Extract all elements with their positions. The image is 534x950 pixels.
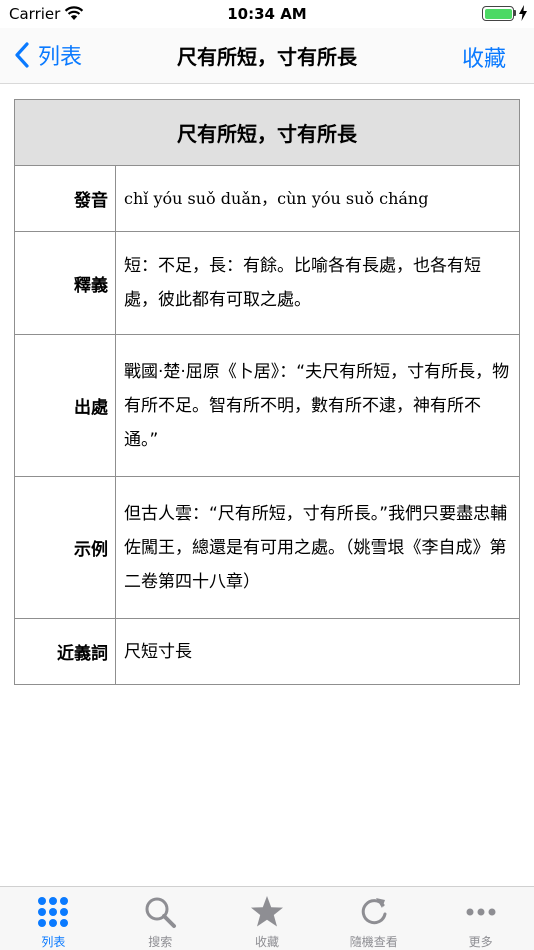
tab-label: 隨機查看 (349, 935, 398, 949)
idiom-entry-table: 尺有所短，寸有所長 發音 chǐ yóu suǒ duǎn，cùn yóu su… (14, 99, 520, 685)
favorite-button[interactable]: 收藏 (462, 41, 506, 73)
tab-label: 搜索 (148, 935, 173, 949)
row-value: 戰國·楚·屈原《卜居》：“夫尺有所短，寸有所長，物有所不足。智有所不明，數有所不… (115, 334, 520, 477)
tab-favorites[interactable]: 收藏 (214, 887, 321, 950)
back-button[interactable]: 列表 (14, 38, 82, 72)
status-bar: Carrier 10:34 AM (0, 0, 534, 28)
more-icon (466, 908, 496, 916)
page-title: 尺有所短，寸有所長 (177, 45, 357, 69)
refresh-icon (361, 898, 387, 925)
battery-nub (514, 10, 516, 16)
tab-list[interactable]: 列表 (0, 887, 107, 950)
row-value: chǐ yóu suǒ duǎn，cùn yóu suǒ cháng (115, 165, 520, 232)
row-value: 尺短寸長 (115, 618, 520, 685)
table-row-meaning: 釋義 短：不足，長：有餘。比喻各有長處，也各有短處，彼此都有可取之處。 (14, 231, 520, 335)
row-label: 示例 (14, 476, 116, 619)
tab-label: 列表 (41, 935, 66, 949)
tab-label: 收藏 (254, 935, 279, 949)
navigation-bar: 列表 尺有所短，寸有所長 收藏 (0, 28, 534, 84)
chevron-left-icon (15, 42, 29, 68)
tab-random[interactable]: 隨機查看 (320, 887, 427, 950)
battery-icon (482, 6, 514, 21)
row-label: 近義詞 (14, 618, 116, 685)
tab-bar: 列表 搜索 收藏 隨機查看 更多 (0, 886, 534, 950)
charging-bolt-icon (519, 5, 527, 21)
table-row-pronunciation: 發音 chǐ yóu suǒ duǎn，cùn yóu suǒ cháng (14, 165, 520, 232)
row-value: 短：不足，長：有餘。比喻各有長處，也各有短處，彼此都有可取之處。 (115, 231, 520, 335)
clock: 10:34 AM (227, 5, 307, 23)
star-icon (250, 896, 283, 927)
tab-label: 更多 (468, 935, 493, 949)
row-label: 釋義 (14, 231, 116, 335)
tab-more[interactable]: 更多 (427, 887, 534, 950)
table-row-source: 出處 戰國·楚·屈原《卜居》：“夫尺有所短，寸有所長，物有所不足。智有所不明，數… (14, 334, 520, 477)
back-button-label: 列表 (38, 45, 83, 70)
grid-icon (38, 897, 69, 927)
table-row-example: 示例 但古人雲：“尺有所短，寸有所長。”我們只要盡忠輔佐闖王，總還是有可用之處。… (14, 476, 520, 619)
row-label: 發音 (14, 165, 116, 232)
entry-header: 尺有所短，寸有所長 (14, 99, 520, 166)
tab-search[interactable]: 搜索 (107, 887, 214, 950)
row-value: 但古人雲：“尺有所短，寸有所長。”我們只要盡忠輔佐闖王，總還是有可用之處。（姚雪… (115, 476, 520, 619)
table-row-synonyms: 近義詞 尺短寸長 (14, 618, 520, 685)
row-label: 出處 (14, 334, 116, 477)
search-icon (145, 897, 177, 928)
